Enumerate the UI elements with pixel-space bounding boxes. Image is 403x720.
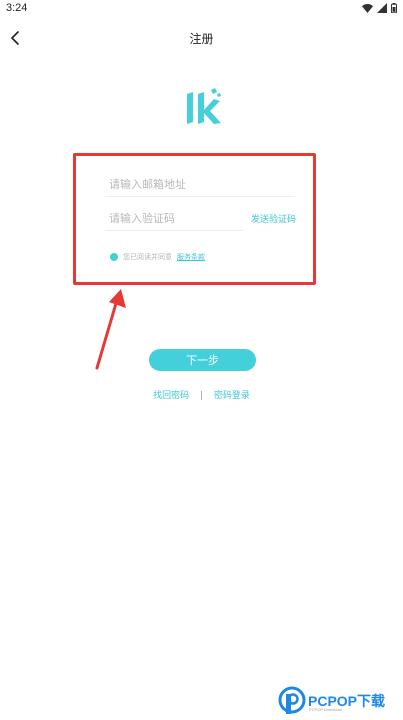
- watermark-logo-icon: [278, 686, 306, 714]
- agree-radio[interactable]: [110, 253, 118, 261]
- annotation-arrow-icon: [95, 289, 126, 370]
- code-input[interactable]: [105, 207, 243, 230]
- code-field: [105, 207, 243, 231]
- battery-icon: [391, 3, 397, 13]
- next-button[interactable]: 下一步: [149, 349, 256, 371]
- password-login-link[interactable]: 密码登录: [214, 388, 250, 401]
- terms-link[interactable]: 服务条款: [177, 252, 205, 262]
- email-input[interactable]: [105, 173, 295, 196]
- wifi-icon: [362, 3, 373, 13]
- find-password-link[interactable]: 找回密码: [153, 388, 189, 401]
- status-icons: [362, 3, 397, 13]
- watermark-subtext: PCPOP Download: [309, 707, 342, 712]
- signal-icon: [377, 3, 387, 13]
- link-separator: |: [199, 391, 204, 401]
- agree-text: 您已阅读并同意: [123, 253, 172, 261]
- send-code-button[interactable]: 发送验证码: [251, 212, 296, 225]
- nav-bar: 注册: [0, 22, 403, 54]
- email-field: [105, 173, 295, 197]
- bottom-links: 找回密码 | 密码登录: [0, 388, 403, 401]
- agreement-row: 您已阅读并同意 服务条款: [110, 252, 205, 262]
- watermark: PCPOP下载 PCPOP Download: [278, 684, 400, 718]
- status-time: 3:24: [6, 2, 28, 14]
- status-bar: 3:24: [0, 0, 403, 18]
- page-title: 注册: [189, 32, 214, 46]
- app-logo-icon: [187, 88, 221, 124]
